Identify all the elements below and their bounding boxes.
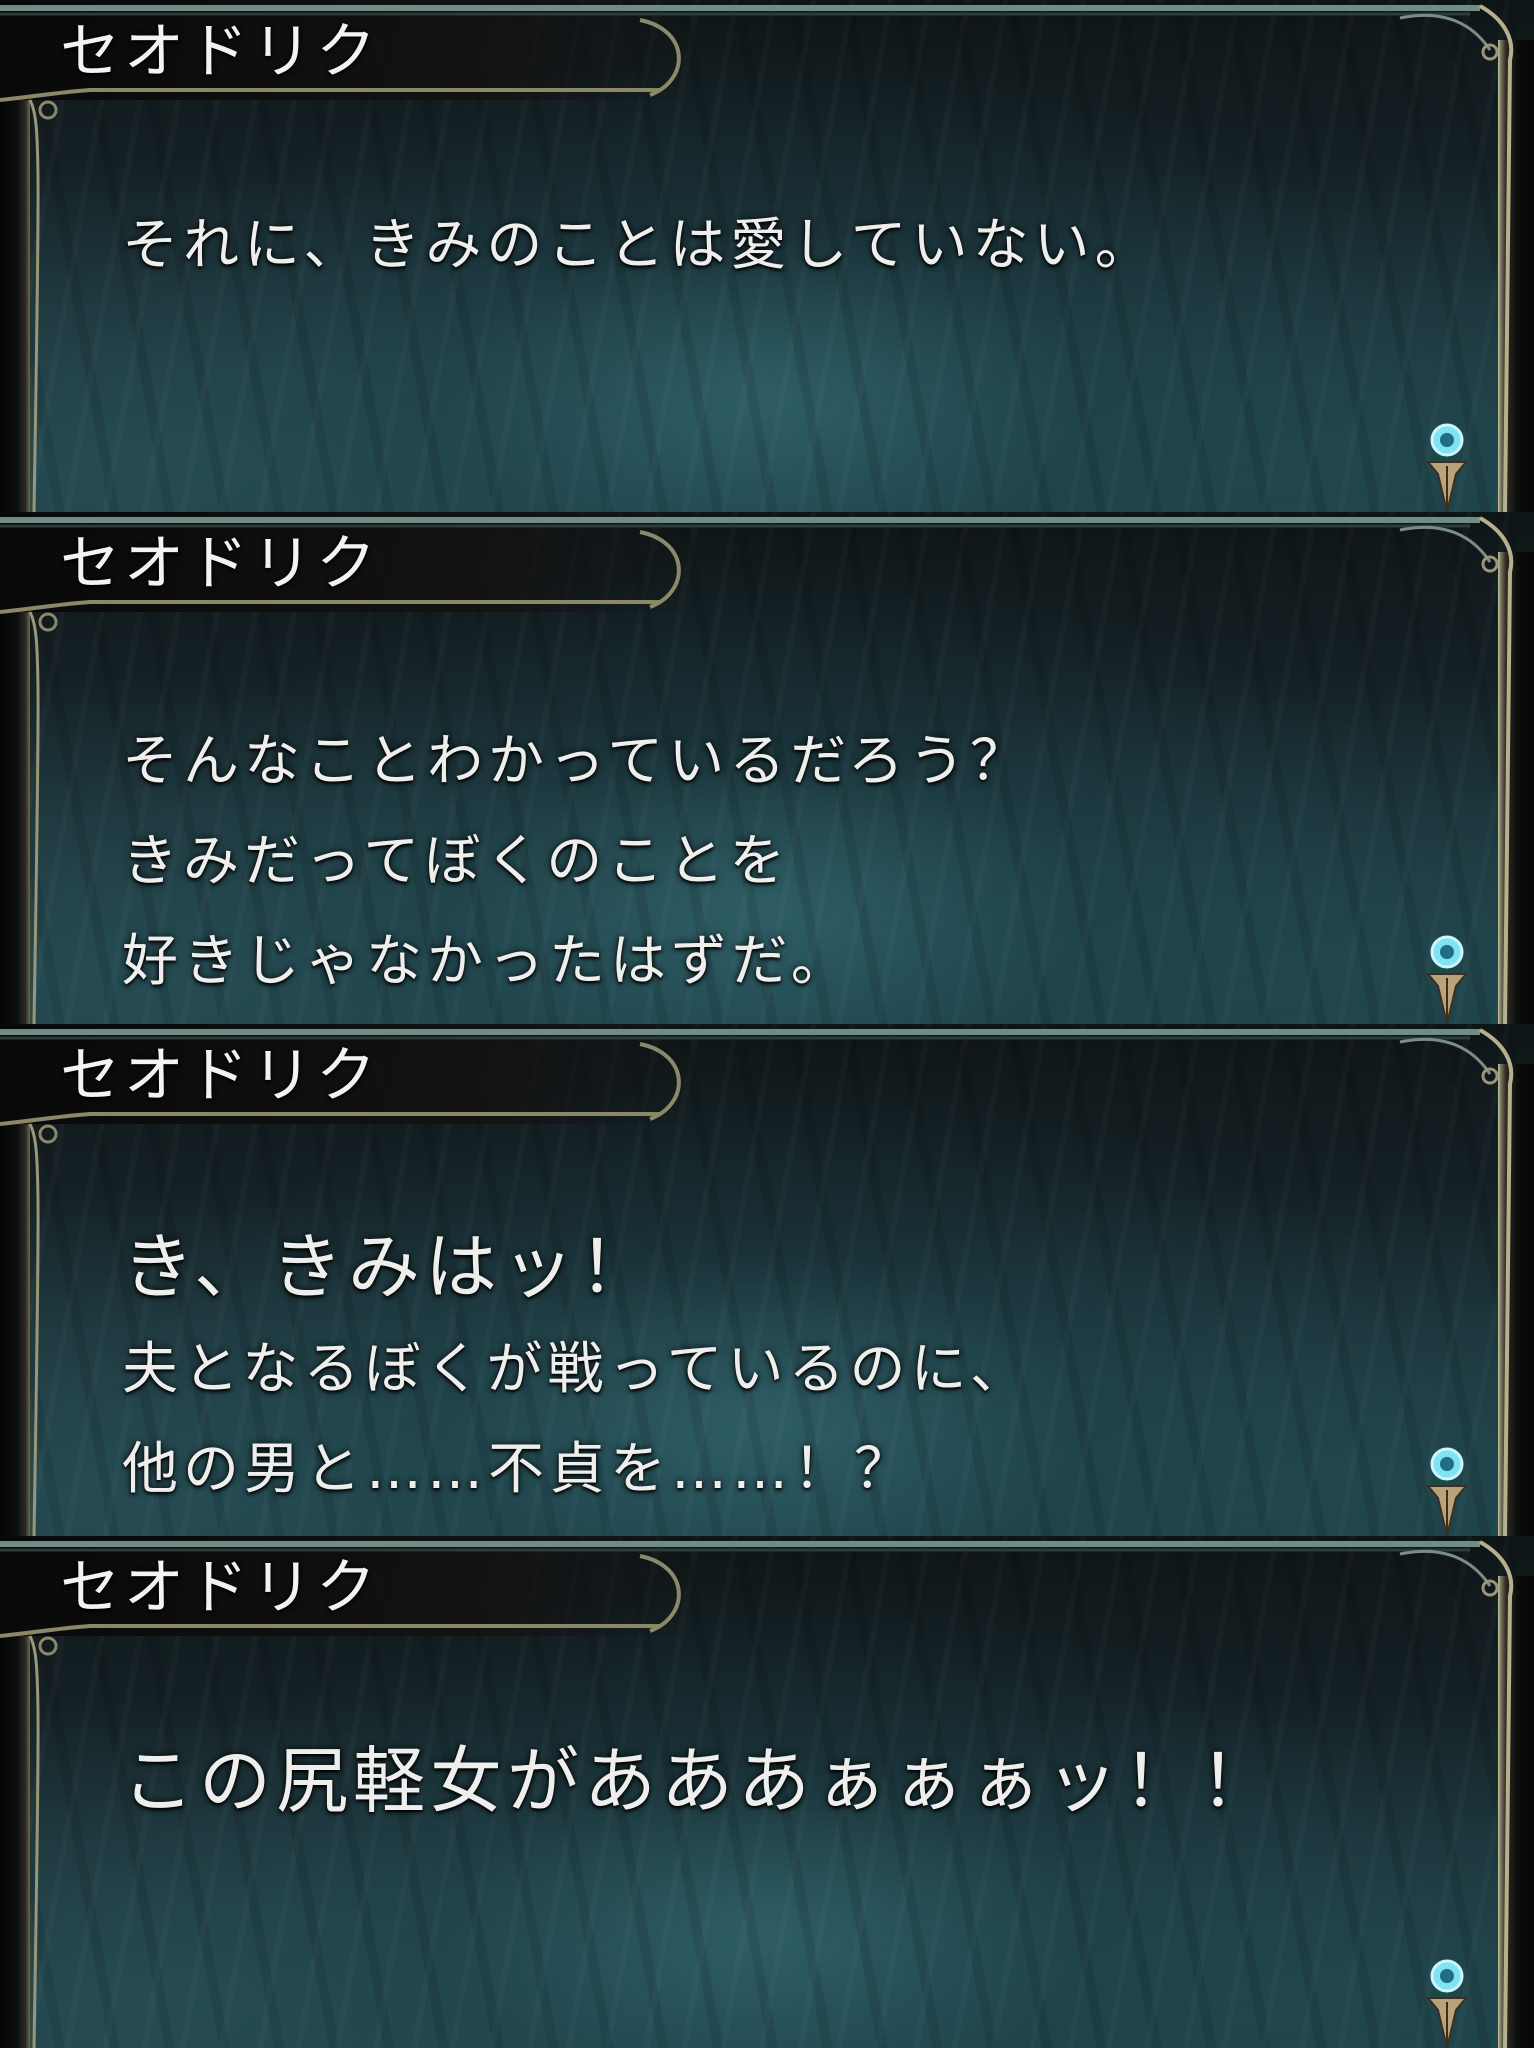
frame-left-edge xyxy=(0,1626,30,2048)
dialogue-text: そんなことわかっているだろう？ きみだってぼくのことを 好きじゃなかったはずだ。 xyxy=(122,712,1031,1012)
blue-orb-quill-icon[interactable] xyxy=(1418,1956,1476,2048)
dialogue-line: それに、きみのことは愛していない。 xyxy=(122,213,1156,278)
frame-left-edge xyxy=(0,602,30,1024)
dialogue-line: そんなことわかっているだろう？ xyxy=(122,729,1031,794)
frame-right-edge xyxy=(1498,1576,1534,2048)
dialogue-panel-3[interactable]: セオドリク き、きみはッ！ 夫となるぼくが戦っているのに、 他の男と……不貞を…… xyxy=(0,1024,1534,1536)
dialogue-panel-2[interactable]: セオドリク そんなことわかっているだろう？ きみだってぼくのことを 好きじゃなか… xyxy=(0,512,1534,1024)
dialogue-panel-4[interactable]: セオドリク この尻軽女があああぁぁぁッ！！ xyxy=(0,1536,1534,2048)
dialogue-line: 好きじゃなかったはずだ。 xyxy=(122,929,852,994)
frame-left-edge xyxy=(0,1114,30,1536)
dialogue-text: き、きみはッ！ 夫となるぼくが戦っているのに、 他の男と……不貞を……！？ xyxy=(122,1214,1031,1520)
speaker-name: セオドリク xyxy=(60,1553,380,1623)
frame-left-edge xyxy=(0,90,30,512)
speaker-name: セオドリク xyxy=(60,1041,380,1111)
frame-right-edge xyxy=(1498,40,1534,512)
frame-right-edge xyxy=(1498,552,1534,1024)
dialogue-line: この尻軽女があああぁぁぁッ！！ xyxy=(122,1739,1278,1823)
blue-orb-quill-icon[interactable] xyxy=(1418,1444,1476,1536)
dialogue-line: きみだってぼくのことを xyxy=(122,829,791,894)
speaker-name: セオドリク xyxy=(60,529,380,599)
dialogue-text: それに、きみのことは愛していない。 xyxy=(122,196,1156,296)
dialogue-line: 他の男と……不貞を……！？ xyxy=(122,1437,915,1502)
dialogue-panel-1[interactable]: セオドリク それに、きみのことは愛していない。 xyxy=(0,0,1534,512)
frame-right-edge xyxy=(1498,1064,1534,1536)
dialogue-line: 夫となるぼくが戦っているのに、 xyxy=(122,1337,1031,1402)
dialogue-text: この尻軽女があああぁぁぁッ！！ xyxy=(122,1728,1277,1834)
speaker-name: セオドリク xyxy=(60,17,380,87)
blue-orb-quill-icon[interactable] xyxy=(1418,420,1476,512)
dialogue-line: き、きみはッ！ xyxy=(122,1225,656,1309)
blue-orb-quill-icon[interactable] xyxy=(1418,932,1476,1024)
